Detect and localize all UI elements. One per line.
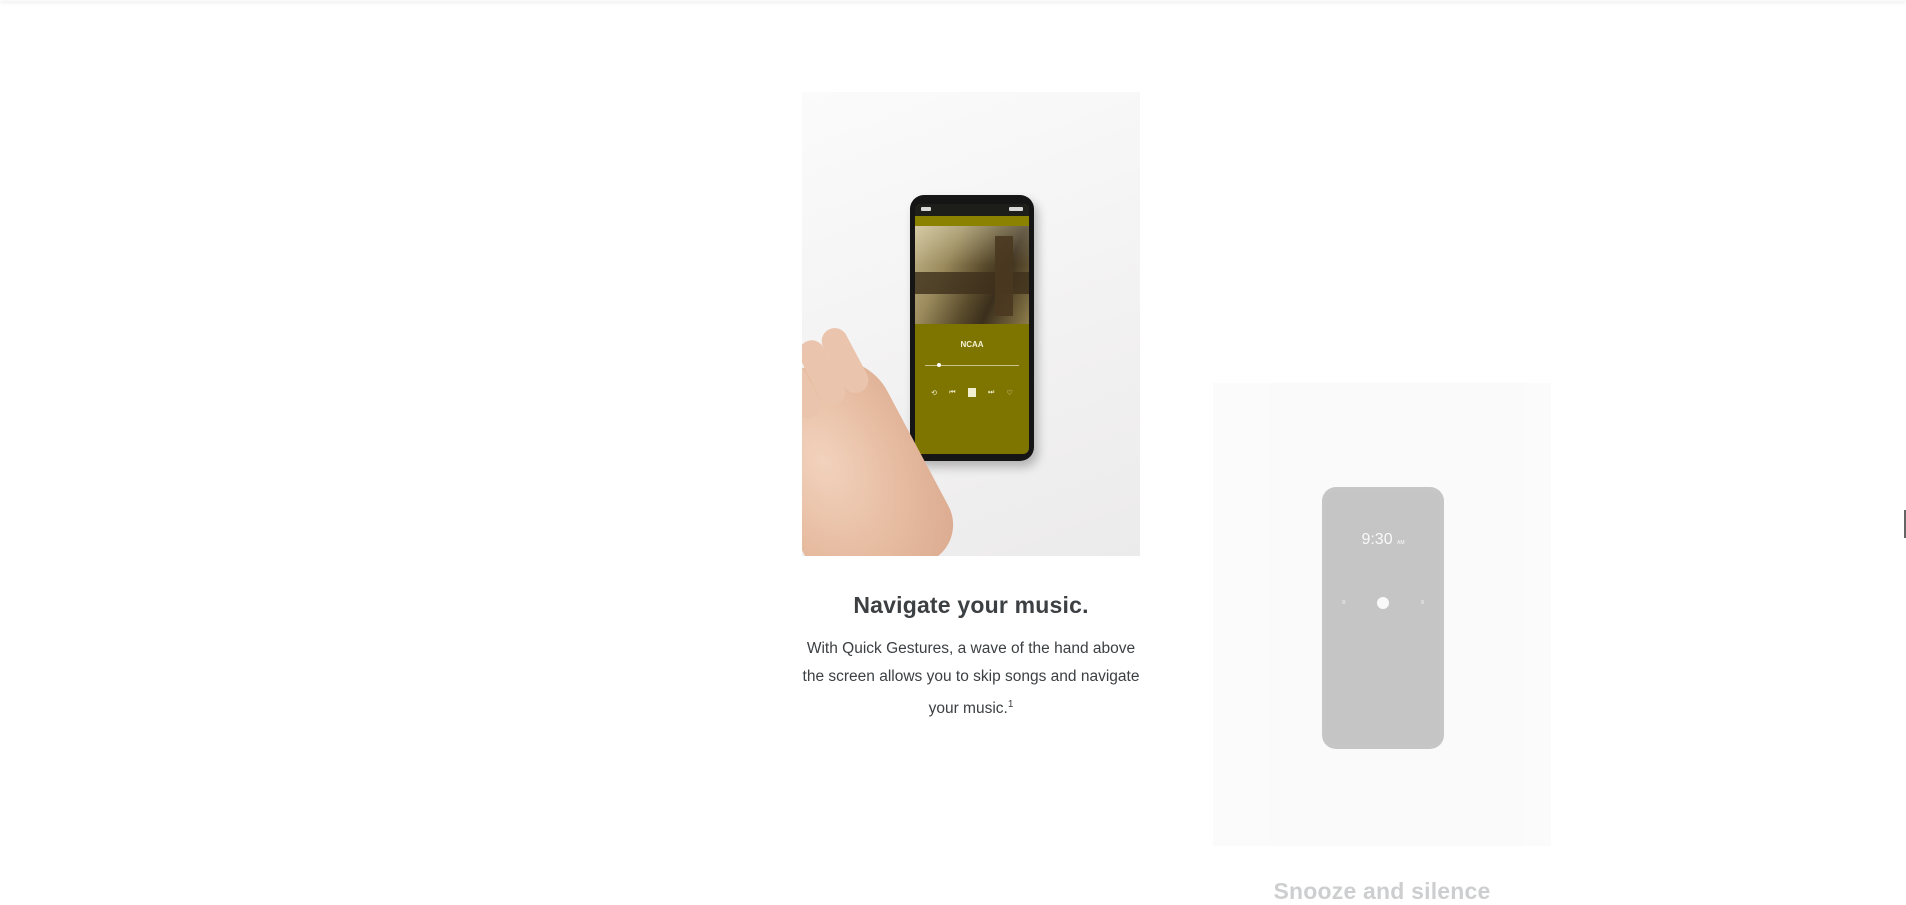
clock-period: AM bbox=[1397, 540, 1405, 546]
track-title: NCAA bbox=[960, 340, 984, 349]
pause-icon bbox=[967, 388, 976, 397]
status-bar bbox=[915, 204, 1029, 216]
feature-image-hand-wave: NCAA ⟲ ⏮ ⏭ ♡ bbox=[802, 92, 1140, 556]
feature-image-alarm: 9:30 AM ≡ ≡ bbox=[1213, 383, 1551, 846]
feature-description: With Quick Gestures, a wave of the hand … bbox=[802, 635, 1140, 723]
like-icon: ♡ bbox=[1006, 389, 1013, 397]
footnote-link[interactable]: 1 bbox=[1008, 699, 1014, 710]
description-text: With Quick Gestures, a wave of the hand … bbox=[802, 640, 1140, 718]
clock-time: 9:30 bbox=[1361, 531, 1393, 548]
repeat-icon: ⟲ bbox=[931, 389, 937, 397]
alarm-dismiss-icon bbox=[1377, 597, 1389, 609]
seek-bar bbox=[925, 363, 1019, 367]
stop-icon: ≡ bbox=[1420, 600, 1425, 606]
clock-display: 9:30 AM bbox=[1326, 491, 1440, 549]
playback-controls: ⟲ ⏮ ⏭ ♡ bbox=[925, 388, 1019, 397]
snooze-icon: ≡ bbox=[1341, 600, 1346, 606]
previous-icon: ⏮ bbox=[949, 388, 956, 396]
next-icon: ⏭ bbox=[988, 388, 995, 396]
phone-illustration: NCAA ⟲ ⏮ ⏭ ♡ bbox=[910, 195, 1034, 461]
top-nav-shadow bbox=[0, 0, 1906, 1]
feature-card-navigate-music: NCAA ⟲ ⏮ ⏭ ♡ Navigate your music. With Q… bbox=[802, 92, 1140, 723]
alarm-actions: ≡ ≡ bbox=[1326, 597, 1440, 609]
feature-title: Snooze and silence bbox=[1273, 878, 1491, 904]
feature-title: Navigate your music. bbox=[853, 592, 1089, 618]
phone-illustration: 9:30 AM ≡ ≡ bbox=[1322, 487, 1444, 749]
alarm-screen: 9:30 AM ≡ ≡ bbox=[1326, 491, 1440, 745]
album-header bbox=[915, 216, 1029, 226]
album-art-image bbox=[915, 226, 1029, 324]
feature-card-snooze-silence[interactable]: 9:30 AM ≡ ≡ Snooze and silence bbox=[1213, 383, 1551, 905]
music-player-screen: NCAA ⟲ ⏮ ⏭ ♡ bbox=[915, 204, 1029, 454]
